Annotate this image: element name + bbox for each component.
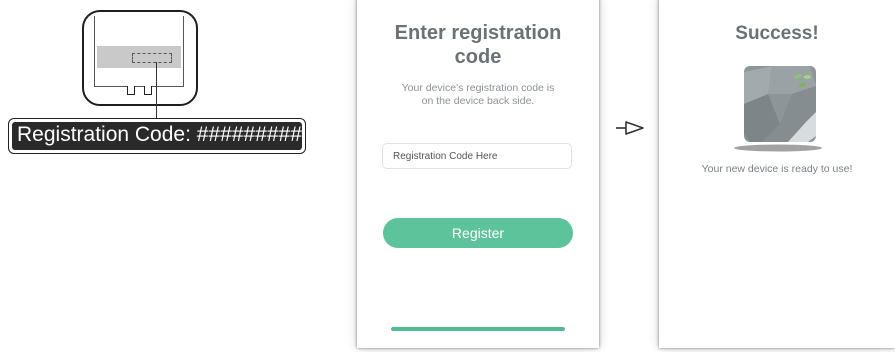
success-screen: Success! Your new device is ready to use… — [659, 0, 895, 348]
registration-label — [97, 46, 181, 68]
registration-code-callout: Registration Code: ########## — [8, 118, 306, 154]
progress-bar — [391, 327, 565, 331]
callout-line — [156, 62, 157, 120]
registration-code-text: Registration Code: ########## — [12, 122, 302, 150]
register-button[interactable]: Register — [383, 218, 573, 248]
registration-code-input[interactable] — [382, 143, 572, 169]
device-icon — [734, 66, 822, 152]
arrow-right-icon — [616, 121, 644, 135]
instructions-text: Your device's registration code is on th… — [401, 82, 555, 107]
device-foot — [144, 86, 152, 95]
success-message: Your new device is ready to use! — [701, 163, 853, 175]
device-body — [94, 16, 184, 87]
registration-screen: Enter registration code Your device's re… — [357, 0, 599, 348]
success-title: Success! — [735, 23, 819, 44]
registration-code-area — [132, 53, 172, 63]
device-illustration — [82, 10, 198, 106]
device-foot — [127, 86, 135, 95]
progress-fill — [391, 327, 565, 331]
page-title: Enter registration code — [394, 22, 562, 68]
